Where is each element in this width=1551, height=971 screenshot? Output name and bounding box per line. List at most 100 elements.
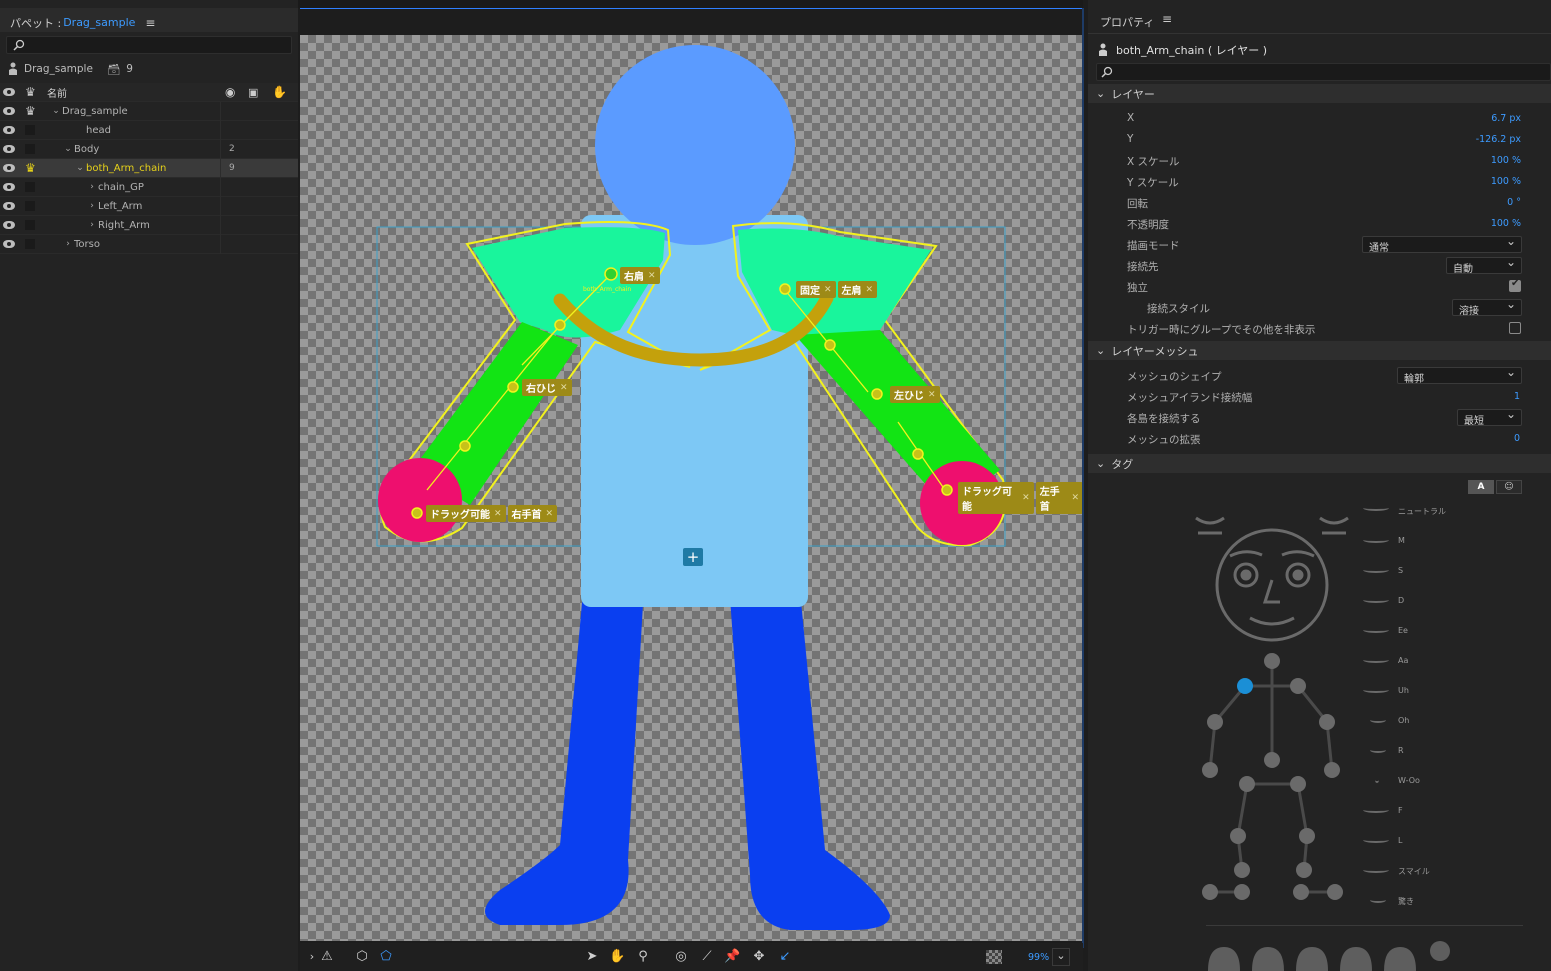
eye-icon[interactable] [3, 145, 15, 153]
origin-tool-icon[interactable]: ◎ [674, 950, 688, 964]
layer-row[interactable]: › Right_Arm [0, 216, 298, 235]
mouth-shape-icon[interactable] [1363, 627, 1389, 633]
mouth-tag-label[interactable]: L [1398, 836, 1402, 845]
handle-tag[interactable]: 左手首 ✕ [1035, 482, 1083, 514]
properties-menu-icon[interactable]: ≡ [1162, 12, 1172, 26]
stack-icon[interactable]: ▣ [248, 86, 258, 99]
mesh-shape-select[interactable]: 輪郭 [1397, 365, 1522, 385]
chevron-right-icon[interactable]: › [62, 239, 74, 249]
mouth-tag-label[interactable]: スマイル [1398, 866, 1430, 877]
mouth-shape-icon[interactable] [1363, 567, 1389, 573]
chevron-down-icon[interactable]: ⌄ [50, 106, 62, 116]
layer-row[interactable]: head [0, 121, 298, 140]
mouth-shape-icon[interactable] [1363, 807, 1389, 813]
chevron-down-icon[interactable]: ⌄ [62, 144, 74, 154]
outline-icon[interactable]: ⬠ [379, 950, 393, 964]
eye-icon[interactable] [3, 202, 15, 210]
handle-tag[interactable]: ドラッグ可能 ✕ [958, 482, 1034, 514]
zoom-tool-icon[interactable]: ⚲ [636, 950, 650, 964]
hand-icon[interactable]: ✋ [272, 85, 287, 99]
panel-title-puppet[interactable]: Drag_sample [63, 16, 135, 29]
crown-icon[interactable]: ♛ [25, 162, 36, 174]
eye-icon[interactable] [3, 183, 15, 191]
mesh-icon[interactable]: ⬡ [355, 950, 369, 964]
mouth-tag-label[interactable]: Uh [1398, 686, 1409, 695]
crown-slot[interactable] [25, 220, 35, 230]
hide-others-checkbox[interactable] [1509, 322, 1521, 334]
layer-row[interactable]: ♛ ⌄ both_Arm_chain 9 [0, 159, 298, 178]
handle-tag[interactable]: 右手首 ✕ [507, 505, 558, 522]
handle-tag[interactable]: 左肩 ✕ [837, 281, 878, 298]
hand-tool-icon[interactable]: ✋ [609, 950, 625, 964]
layer-row[interactable]: › Torso [0, 235, 298, 254]
handle-tool-icon[interactable]: ✥ [752, 950, 766, 964]
mouth-shape-icon[interactable] [1363, 505, 1389, 511]
handle-tag[interactable]: 右ひじ ✕ [522, 379, 572, 396]
attach-to-select[interactable]: 自動 [1446, 255, 1522, 275]
chevron-right-icon[interactable]: › [86, 182, 98, 192]
independent-checkbox[interactable]: ✔ [1509, 278, 1521, 292]
panel-divider[interactable] [1082, 8, 1084, 948]
chevron-right-icon[interactable]: › [305, 950, 319, 964]
property-value[interactable]: 100 % [1491, 176, 1521, 187]
crown-slot[interactable] [25, 182, 35, 192]
chevron-right-icon[interactable]: › [86, 201, 98, 211]
target-icon[interactable]: ◉ [225, 85, 235, 99]
mouth-shape-icon[interactable] [1370, 717, 1386, 723]
mouth-shape-icon[interactable] [1375, 777, 1379, 783]
crown-slot[interactable] [25, 125, 35, 135]
zoom-level[interactable]: 99% [1028, 952, 1049, 963]
property-value[interactable]: 100 % [1491, 218, 1521, 229]
mouth-tag-label[interactable]: F [1398, 806, 1403, 815]
close-icon[interactable]: ✕ [648, 271, 656, 281]
transparency-grid-icon[interactable] [986, 950, 1002, 964]
eye-icon[interactable] [3, 126, 15, 134]
mouth-shape-icon[interactable] [1363, 537, 1389, 543]
layer-row[interactable]: ⌄ Body 2 [0, 140, 298, 159]
crown-slot[interactable] [25, 201, 35, 211]
mouth-tag-label[interactable]: 驚き [1398, 896, 1414, 907]
close-icon[interactable]: ✕ [1071, 493, 1079, 503]
crown-slot[interactable] [25, 239, 35, 249]
chevron-down-icon[interactable]: ⌄ [74, 163, 86, 173]
eye-icon[interactable] [3, 164, 15, 172]
warning-icon[interactable]: ⚠ [320, 950, 334, 964]
mouth-shape-icon[interactable] [1370, 747, 1386, 753]
blend-mode-select[interactable]: 通常 [1362, 234, 1522, 254]
mouth-tag-label[interactable]: D [1398, 596, 1404, 605]
scene-canvas[interactable]: both_Arm_chain + 右肩 ✕ 固定 ✕ 左肩 ✕ 右ひじ ✕ 左ひじ ✕ ドラッグ可能… [300, 35, 1083, 941]
property-value[interactable]: 0 ° [1507, 197, 1521, 208]
mouth-shape-icon[interactable] [1363, 837, 1389, 843]
close-icon[interactable]: ✕ [494, 509, 502, 519]
section-mesh[interactable]: ⌄ レイヤーメッシュ [1088, 341, 1551, 360]
property-value[interactable]: 6.7 px [1491, 113, 1521, 124]
handle-tag[interactable]: ドラッグ可能 ✕ [426, 505, 506, 522]
close-icon[interactable]: ✕ [560, 383, 568, 393]
property-value[interactable]: 100 % [1491, 155, 1521, 166]
panel-menu-icon[interactable]: ≡ [145, 16, 155, 30]
mouth-shape-icon[interactable] [1370, 897, 1386, 903]
close-icon[interactable]: ✕ [928, 390, 936, 400]
mouth-tag-label[interactable]: Aa [1398, 656, 1408, 665]
mouth-shape-icon[interactable] [1363, 867, 1389, 873]
close-icon[interactable]: ✕ [866, 285, 874, 295]
mouth-tag-label[interactable]: ニュートラル [1398, 506, 1446, 517]
mouth-tag-label[interactable]: Ee [1398, 626, 1408, 635]
handle-tag[interactable]: 右肩 ✕ [620, 267, 660, 284]
eye-icon[interactable] [3, 240, 15, 248]
tag-icon-toggle[interactable]: ☺ [1496, 480, 1522, 494]
eye-icon[interactable] [3, 221, 15, 229]
crown-slot[interactable] [25, 144, 35, 154]
mouth-tag-label[interactable]: R [1398, 746, 1404, 755]
mouth-shape-icon[interactable] [1363, 687, 1389, 693]
handle-tag[interactable]: 左ひじ ✕ [890, 386, 940, 403]
mesh-island-value[interactable]: 1 [1514, 391, 1520, 402]
chevron-right-icon[interactable]: › [86, 220, 98, 230]
mouth-shape-icon[interactable] [1363, 657, 1389, 663]
mouth-shape-icon[interactable] [1363, 597, 1389, 603]
eye-icon[interactable] [3, 107, 15, 115]
close-icon[interactable]: ✕ [1022, 493, 1030, 503]
bone-tool-icon[interactable]: ⟋ [700, 950, 714, 964]
connect-islands-select[interactable]: 最短 [1457, 407, 1522, 427]
close-icon[interactable]: ✕ [546, 509, 554, 519]
